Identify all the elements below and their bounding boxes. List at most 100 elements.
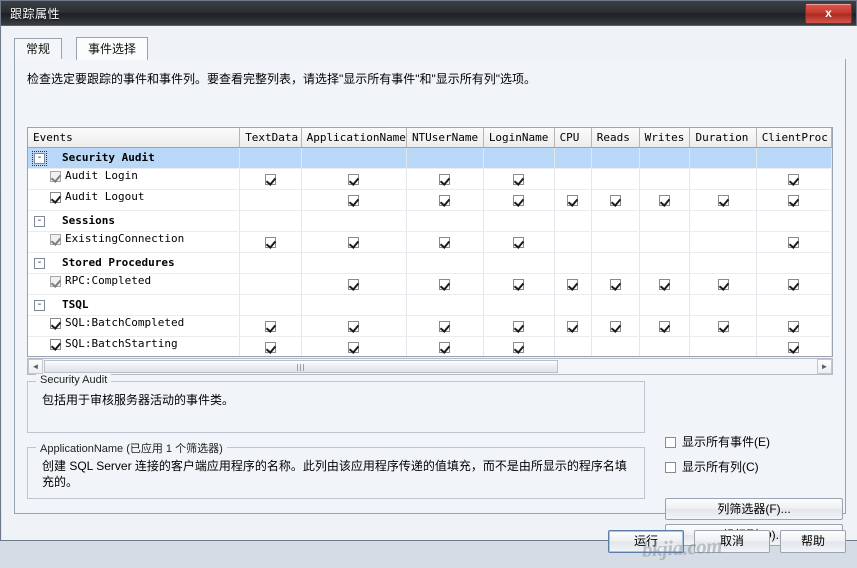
run-button[interactable]: 运行 [608, 530, 684, 553]
cell-textdata[interactable] [239, 210, 302, 232]
cell-clientproc[interactable] [756, 252, 832, 274]
cell-ntusername[interactable] [406, 147, 484, 169]
cell-applicationname[interactable] [301, 189, 407, 211]
cell-duration[interactable] [689, 336, 757, 356]
column-header-textdata[interactable]: TextData [239, 128, 302, 148]
cell-reads[interactable] [591, 147, 640, 169]
column-header-applicationname[interactable]: ApplicationName [301, 128, 407, 148]
cell-reads[interactable] [591, 210, 640, 232]
cell-cpu[interactable] [554, 210, 592, 232]
cell-applicationname[interactable] [301, 210, 407, 232]
cell-reads[interactable] [591, 189, 640, 211]
cell-clientproc[interactable] [756, 315, 832, 337]
checkbox-icon[interactable] [567, 195, 579, 206]
checkbox-icon[interactable] [439, 237, 451, 248]
collapse-toggle-icon[interactable]: - [34, 300, 45, 311]
event-enable-checkbox[interactable] [50, 317, 61, 329]
cell-ntusername[interactable] [406, 189, 484, 211]
show-all-events-box-icon[interactable] [665, 437, 676, 449]
cell-cpu[interactable] [554, 168, 592, 190]
title-bar[interactable]: 跟踪属性 x [1, 1, 856, 26]
cell-cpu[interactable] [554, 252, 592, 274]
cell-loginname[interactable] [483, 210, 555, 232]
cell-applicationname[interactable] [301, 147, 407, 169]
event-enable-checkbox[interactable] [50, 275, 61, 287]
cell-duration[interactable] [689, 168, 757, 190]
cell-writes[interactable] [639, 168, 691, 190]
cell-textdata[interactable] [239, 294, 302, 316]
event-enable-checkbox[interactable] [50, 233, 61, 245]
checkbox-icon[interactable] [788, 195, 800, 206]
cell-writes[interactable] [639, 273, 691, 295]
cell-clientproc[interactable] [756, 210, 832, 232]
cell-loginname[interactable] [483, 273, 555, 295]
cell-writes[interactable] [639, 252, 691, 274]
checkbox-icon[interactable] [348, 237, 360, 248]
cell-reads[interactable] [591, 294, 640, 316]
cell-reads[interactable] [591, 315, 640, 337]
checkbox-icon[interactable] [513, 321, 525, 332]
event-name-cell[interactable]: - TSQL [28, 294, 241, 316]
checkbox-icon[interactable] [348, 195, 360, 206]
table-row[interactable]: SQL:BatchStarting [28, 336, 832, 356]
cell-duration[interactable] [689, 273, 757, 295]
cell-writes[interactable] [639, 336, 691, 356]
cell-cpu[interactable] [554, 336, 592, 356]
cell-clientproc[interactable] [756, 168, 832, 190]
cell-clientproc[interactable] [756, 336, 832, 356]
cell-cpu[interactable] [554, 147, 592, 169]
table-row[interactable]: Audit Login [28, 168, 832, 190]
cell-writes[interactable] [639, 315, 691, 337]
table-row[interactable]: - TSQL [28, 294, 832, 316]
checkbox-icon[interactable] [439, 321, 451, 332]
events-grid[interactable]: Events TextData ApplicationName NTUserName L… [27, 127, 833, 357]
event-name-cell[interactable]: Audit Login [28, 168, 241, 190]
table-row[interactable]: - Security Audit [28, 147, 832, 169]
cell-writes[interactable] [639, 147, 691, 169]
cell-textdata[interactable] [239, 315, 302, 337]
cancel-button[interactable]: 取消 [694, 530, 770, 553]
collapse-toggle-icon[interactable]: - [32, 151, 47, 166]
collapse-toggle-icon[interactable]: - [34, 258, 45, 269]
cell-duration[interactable] [689, 231, 757, 253]
event-enable-checkbox[interactable] [50, 170, 61, 182]
checkbox-icon[interactable] [513, 174, 525, 185]
checkbox-icon[interactable] [609, 321, 621, 332]
cell-ntusername[interactable] [406, 168, 484, 190]
checkbox-icon[interactable] [659, 321, 671, 332]
cell-ntusername[interactable] [406, 336, 484, 356]
checkbox-icon[interactable] [788, 174, 800, 185]
cell-clientproc[interactable] [756, 189, 832, 211]
checkbox-icon[interactable] [717, 279, 729, 290]
event-name-cell[interactable]: - Stored Procedures [28, 252, 241, 274]
cell-textdata[interactable] [239, 273, 302, 295]
show-all-columns-box-icon[interactable] [665, 462, 676, 474]
checkbox-icon[interactable] [567, 321, 579, 332]
table-row[interactable]: - Stored Procedures [28, 252, 832, 274]
checkbox-icon[interactable] [439, 195, 451, 206]
table-row[interactable]: RPC:Completed [28, 273, 832, 295]
cell-textdata[interactable] [239, 252, 302, 274]
cell-clientproc[interactable] [756, 147, 832, 169]
checkbox-icon[interactable] [348, 279, 360, 290]
cell-reads[interactable] [591, 273, 640, 295]
checkbox-icon[interactable] [513, 195, 525, 206]
cell-applicationname[interactable] [301, 315, 407, 337]
scrollbar-thumb[interactable] [44, 360, 558, 373]
cell-ntusername[interactable] [406, 231, 484, 253]
table-row[interactable]: ExistingConnection [28, 231, 832, 253]
table-header-row[interactable]: Events TextData ApplicationName NTUserName L… [28, 128, 832, 148]
column-header-ntusername[interactable]: NTUserName [406, 128, 484, 148]
event-name-cell[interactable]: Audit Logout [28, 189, 241, 211]
event-name-cell[interactable]: - Security Audit [28, 147, 241, 169]
cell-writes[interactable] [639, 189, 691, 211]
cell-duration[interactable] [689, 294, 757, 316]
checkbox-icon[interactable] [513, 342, 525, 353]
checkbox-icon[interactable] [439, 279, 451, 290]
checkbox-icon[interactable] [348, 174, 360, 185]
cell-ntusername[interactable] [406, 315, 484, 337]
show-all-columns-checkbox[interactable]: 显示所有列(C) [665, 458, 759, 475]
cell-applicationname[interactable] [301, 252, 407, 274]
cell-loginname[interactable] [483, 252, 555, 274]
checkbox-icon[interactable] [659, 195, 671, 206]
